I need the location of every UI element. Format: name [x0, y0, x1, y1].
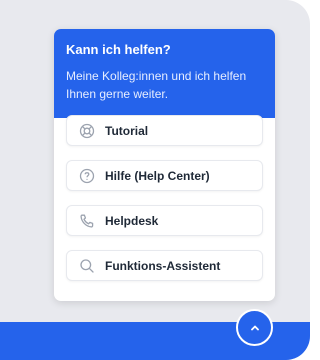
help-panel-subtitle: Meine Kolleg:innen und ich helfen Ihnen …	[66, 69, 247, 101]
question-circle-icon	[79, 168, 95, 184]
help-center-label: Hilfe (Help Center)	[105, 168, 210, 183]
function-assistant-label: Funktions-Assistent	[105, 258, 221, 273]
chevron-up-icon	[249, 322, 261, 334]
help-panel-header: Kann ich helfen? Meine Kolleg:innen und …	[54, 29, 275, 118]
function-assistant-button[interactable]: Funktions-Assistent	[66, 250, 263, 281]
search-icon	[79, 258, 95, 274]
scroll-to-top-button[interactable]	[236, 309, 273, 346]
help-panel: Kann ich helfen? Meine Kolleg:innen und …	[54, 29, 275, 301]
lifebuoy-icon	[79, 123, 95, 139]
phone-icon	[79, 213, 95, 229]
helpdesk-label: Helpdesk	[105, 213, 159, 228]
helpdesk-button[interactable]: Helpdesk	[66, 205, 263, 236]
tutorial-label: Tutorial	[105, 123, 149, 138]
tutorial-button[interactable]: Tutorial	[66, 115, 263, 146]
help-center-button[interactable]: Hilfe (Help Center)	[66, 160, 263, 191]
help-panel-title: Kann ich helfen?	[66, 42, 171, 57]
